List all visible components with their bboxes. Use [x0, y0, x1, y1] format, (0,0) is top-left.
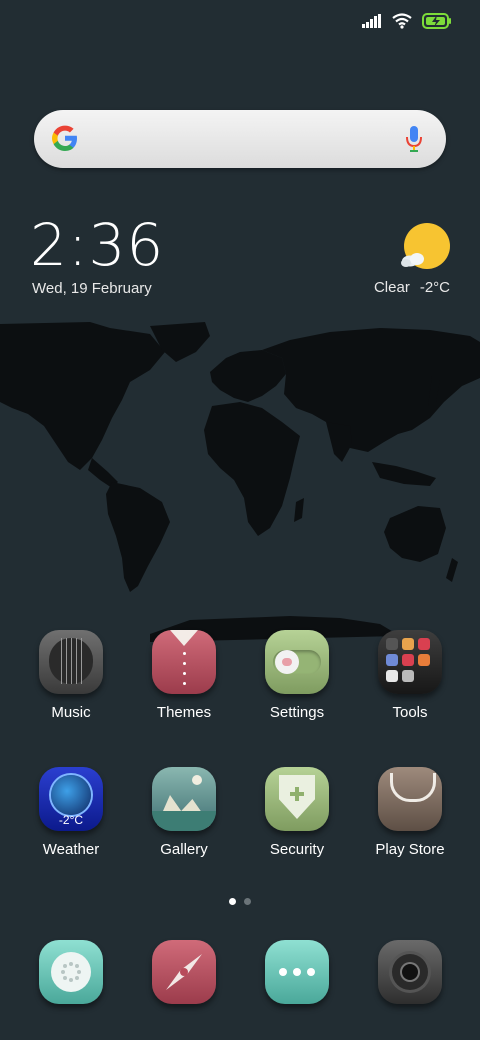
sun-cloud-icon[interactable] — [400, 222, 450, 272]
status-bar — [362, 10, 452, 32]
clock-date[interactable]: Wed, 19 February — [32, 280, 152, 297]
dock-phone[interactable] — [21, 940, 121, 1004]
page-dot-2[interactable] — [244, 898, 251, 905]
app-themes[interactable]: Themes — [134, 630, 234, 721]
app-weather[interactable]: -2°C Weather — [21, 767, 121, 858]
folder-icon — [378, 630, 442, 694]
clock-time[interactable]: 2:36 — [30, 216, 164, 274]
weather-temperature: -2°C — [419, 279, 450, 296]
app-label: Music — [51, 704, 91, 721]
dock-messages[interactable] — [247, 940, 347, 1004]
weather-summary[interactable]: Clear -2°C — [374, 279, 450, 296]
page-dot-1[interactable] — [229, 898, 236, 905]
app-play-store[interactable]: Play Store — [360, 767, 460, 858]
app-label: Tools — [392, 704, 428, 721]
wifi-icon — [392, 13, 412, 29]
phone-icon — [39, 940, 103, 1004]
app-label: Themes — [156, 704, 212, 721]
app-gallery[interactable]: Gallery — [134, 767, 234, 858]
weather-app-temperature: -2°C — [58, 813, 84, 827]
shield-icon — [265, 767, 329, 831]
messages-icon — [265, 940, 329, 1004]
app-label: Play Store — [375, 841, 445, 858]
app-label: Gallery — [160, 841, 208, 858]
battery-charging-icon — [422, 13, 451, 29]
browser-icon — [152, 940, 216, 1004]
mountain-icon — [152, 767, 216, 831]
toggle-icon — [265, 630, 329, 694]
app-settings[interactable]: Settings — [247, 630, 347, 721]
google-g-icon — [52, 125, 77, 151]
mic-icon[interactable] — [404, 124, 424, 154]
app-music[interactable]: Music — [21, 630, 121, 721]
app-tools-folder[interactable]: Tools — [360, 630, 460, 721]
dock-browser[interactable] — [134, 940, 234, 1004]
app-label: Weather — [42, 841, 100, 858]
dock-camera[interactable] — [360, 940, 460, 1004]
app-label: Security — [269, 841, 325, 858]
signal-bars-icon — [362, 14, 381, 28]
page-indicator[interactable] — [0, 898, 480, 905]
shirt-icon — [152, 630, 216, 694]
world-map-wallpaper — [0, 322, 480, 642]
globe-icon: -2°C — [39, 767, 103, 831]
app-label: Settings — [269, 704, 325, 721]
google-search-bar[interactable] — [34, 110, 446, 168]
weather-condition: Clear — [373, 279, 410, 296]
bag-icon — [378, 767, 442, 831]
app-security[interactable]: Security — [247, 767, 347, 858]
camera-icon — [378, 940, 442, 1004]
guitar-icon — [39, 630, 103, 694]
